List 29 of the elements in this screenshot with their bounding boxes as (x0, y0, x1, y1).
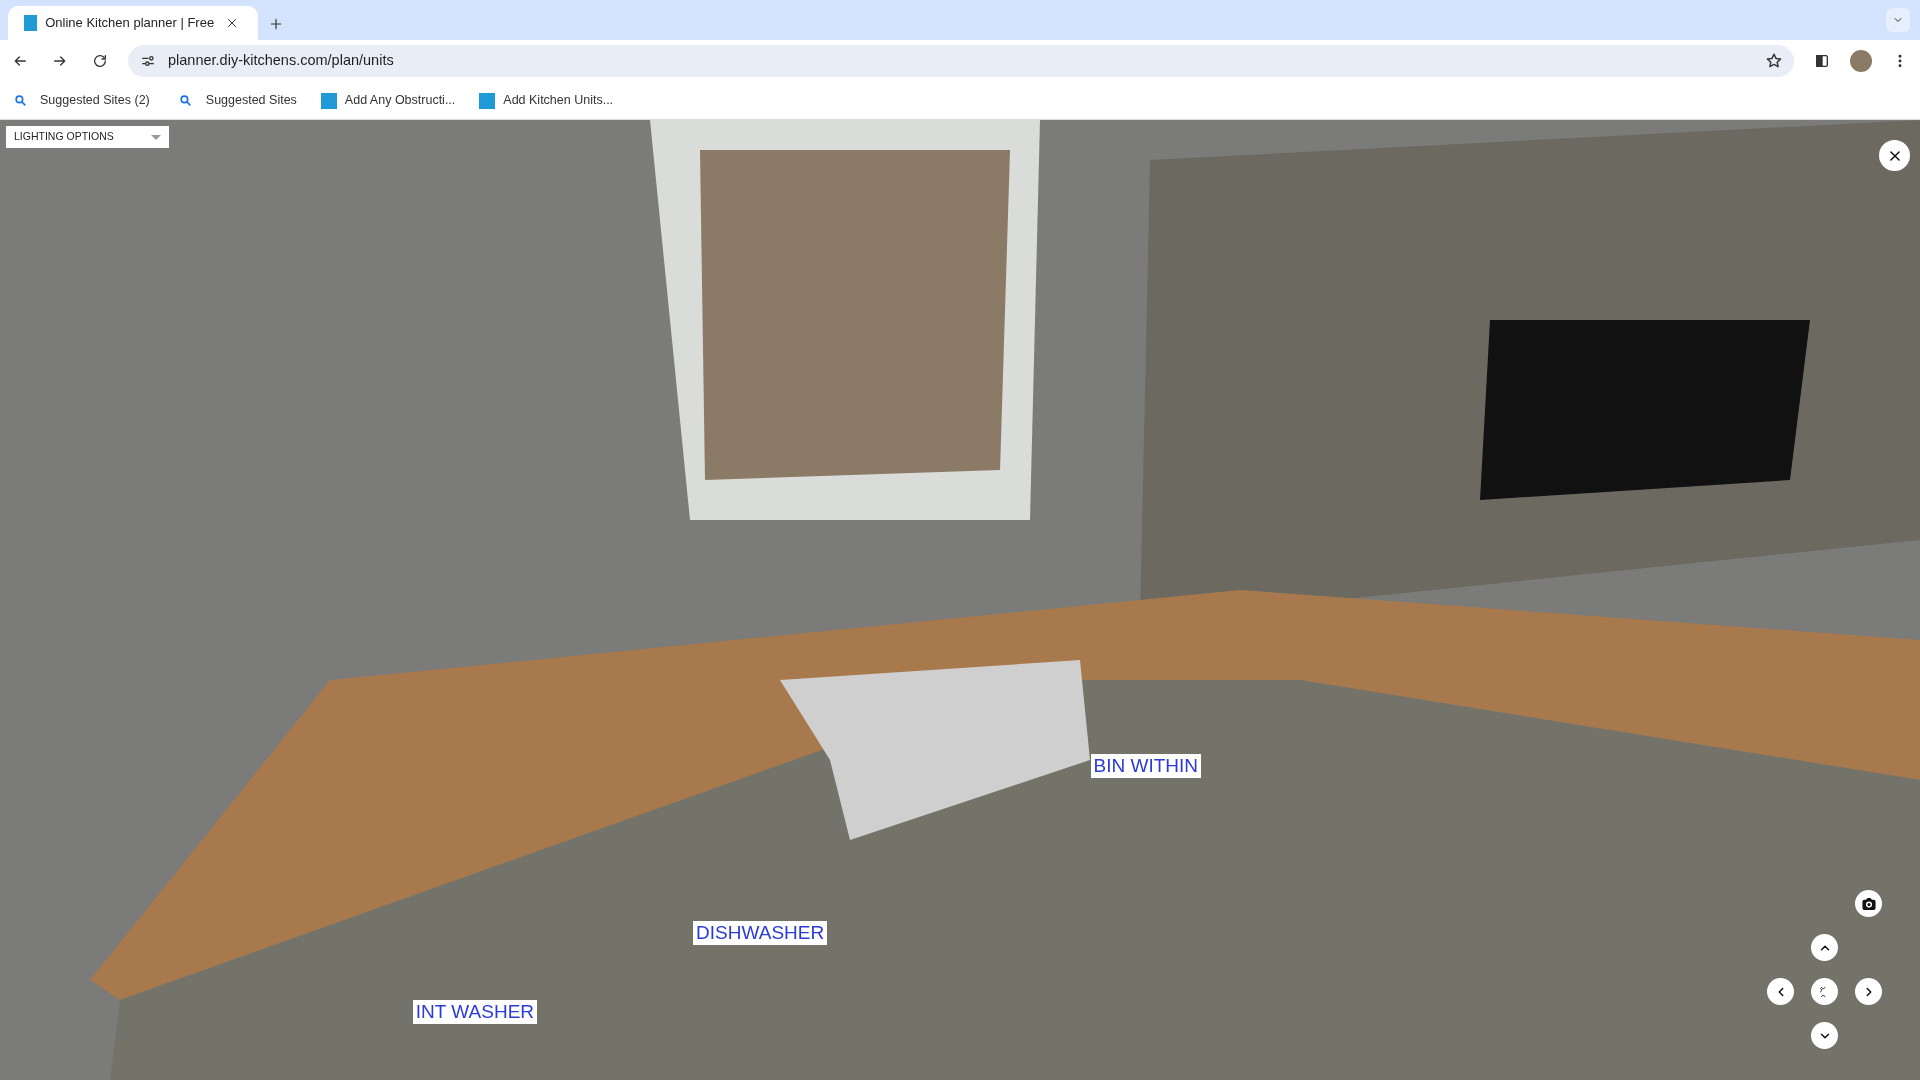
lighting-options-dropdown[interactable]: LIGHTING OPTIONS (6, 126, 169, 148)
caret-icon (151, 134, 161, 140)
favicon (24, 15, 38, 31)
close-icon[interactable] (226, 17, 239, 29)
side-panel-icon[interactable] (1814, 53, 1830, 69)
url-text: planner.diy-kitchens.com/plan/units (168, 51, 395, 71)
plus-icon[interactable] (269, 17, 283, 31)
bookmark-link[interactable]: Add Kitchen Units... (479, 91, 614, 110)
camera-icon (1861, 896, 1876, 911)
avatar-circle[interactable] (1850, 50, 1872, 72)
bookmark-link[interactable]: Suggested Sites (2) (8, 88, 150, 113)
favicon (479, 92, 496, 109)
back-arrow-icon[interactable] (12, 53, 28, 69)
address-bar[interactable]: planner.diy-kitchens.com/plan/units (128, 45, 1794, 77)
search-icon (179, 94, 193, 107)
favicon (320, 92, 337, 109)
close-icon (1887, 148, 1902, 163)
reload-icon[interactable] (92, 53, 108, 69)
unit-label: DISHWASHER (693, 920, 828, 945)
site-settings-icon[interactable] (140, 53, 156, 69)
unit-label: INT WASHER (412, 1000, 538, 1025)
browser-tab[interactable]: Online Kitchen planner | Free (8, 6, 258, 40)
forward-arrow-icon[interactable] (52, 53, 68, 69)
star-icon[interactable] (1765, 52, 1783, 70)
bookmark-link[interactable]: Add Any Obstructi... (320, 91, 456, 110)
bookmark-link[interactable]: Suggested Sites (173, 88, 297, 113)
tab-title: Online Kitchen planner | Free (45, 14, 215, 33)
unit-label: BIN WITHIN (1090, 753, 1202, 778)
search-icon (13, 94, 27, 107)
